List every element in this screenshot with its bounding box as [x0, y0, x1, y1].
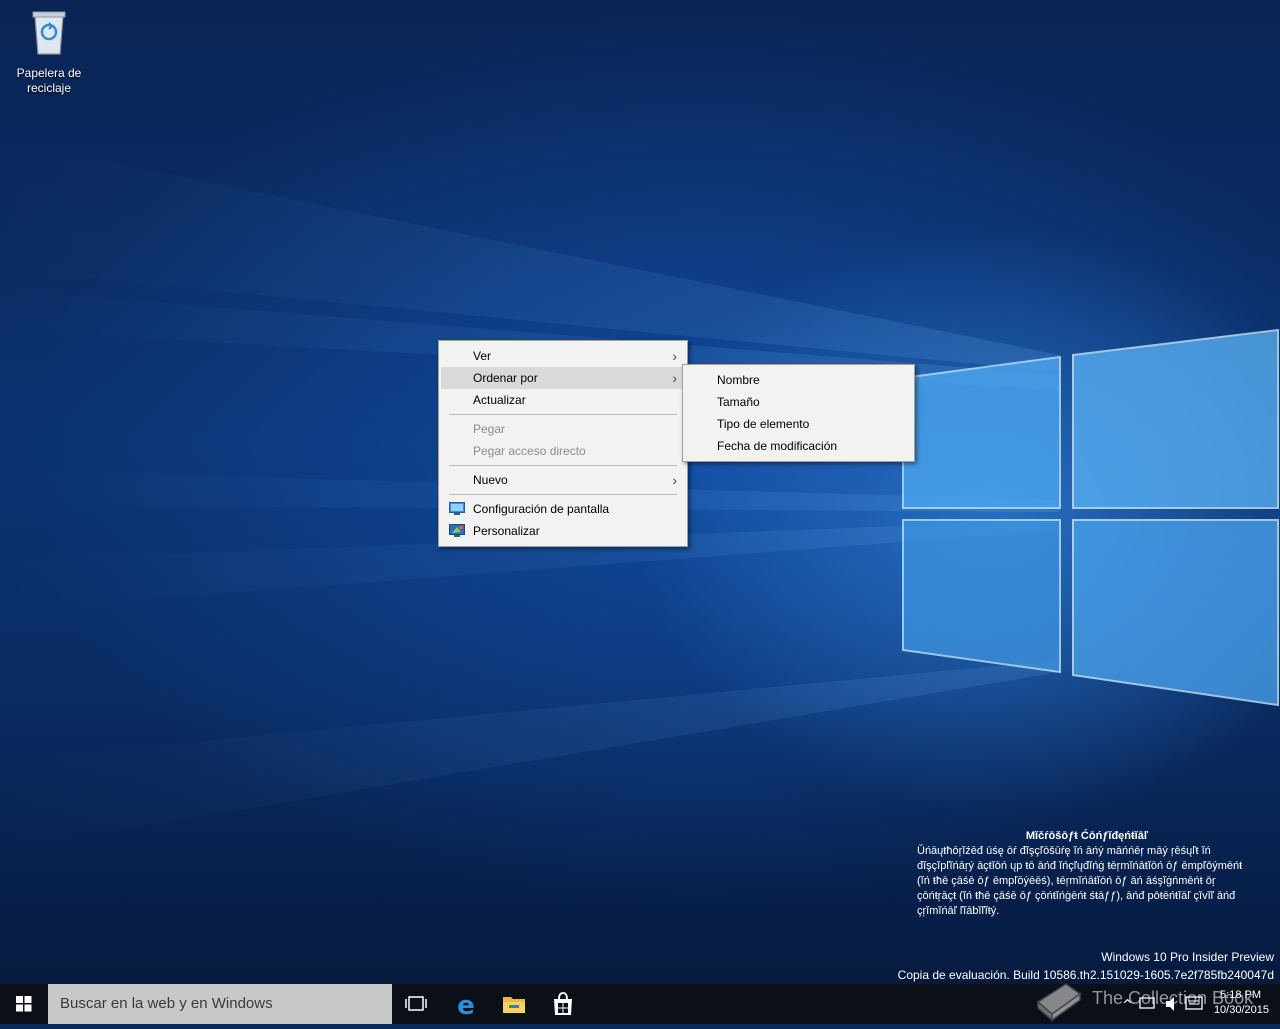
display-settings-icon	[449, 502, 465, 515]
svg-text:e: e	[457, 991, 475, 1021]
sort-by-submenu: Nombre Tamaño Tipo de elemento Fecha de …	[682, 364, 915, 462]
logo-text: The Collection Book	[1092, 988, 1254, 1008]
submenu-item-tipo[interactable]: Tipo de elemento	[685, 413, 912, 435]
desktop-context-menu: Ver › Ordenar por › Actualizar Pegar Peg…	[438, 340, 688, 547]
menu-item-ordenar-por[interactable]: Ordenar por ›	[441, 367, 685, 389]
menu-separator	[449, 465, 677, 466]
recycle-bin-icon	[32, 11, 66, 55]
edge-button[interactable]: e	[442, 984, 490, 1024]
menu-separator	[449, 494, 677, 495]
menu-item-label: Fecha de modificación	[717, 439, 838, 453]
submenu-item-nombre[interactable]: Nombre	[685, 369, 912, 391]
menu-item-label: Tipo de elemento	[717, 417, 810, 431]
menu-item-personalizar[interactable]: Personalizar	[441, 520, 685, 542]
store-icon	[554, 992, 572, 1015]
submenu-item-tamano[interactable]: Tamaño	[685, 391, 912, 413]
collection-book-logo: The Collection Book	[1032, 976, 1272, 1024]
task-view-icon	[405, 996, 427, 1011]
menu-item-label: Configuración de pantalla	[473, 502, 610, 516]
search-placeholder: Buscar en la web y en Windows	[60, 995, 273, 1012]
submenu-item-fecha[interactable]: Fecha de modificación	[685, 435, 912, 457]
menu-item-actualizar[interactable]: Actualizar	[441, 389, 685, 411]
menu-separator	[449, 414, 677, 415]
personalize-icon	[449, 524, 465, 537]
edge-icon: e	[457, 991, 475, 1021]
menu-item-label: Pegar acceso directo	[473, 444, 586, 458]
confidential-watermark: Mĭčŕōšōƒŧ Ćōńƒĭđęńŧĭāľ Ŭńāųŧħōŗĭźēđ ūśę …	[917, 829, 1257, 919]
menu-item-ver[interactable]: Ver ›	[441, 345, 685, 367]
chevron-right-icon: ›	[672, 348, 677, 364]
edition-line-1: Windows 10 Pro Insider Preview	[1101, 950, 1274, 964]
task-view-button[interactable]	[392, 984, 440, 1024]
start-button[interactable]	[0, 984, 48, 1024]
file-explorer-button[interactable]	[490, 984, 538, 1024]
recycle-bin-label: Papelera de reciclaje	[16, 66, 82, 95]
desktop[interactable]: Papelera de reciclaje Ver › Ordenar por …	[0, 0, 1280, 984]
watermark-body: Ŭńāųŧħōŗĭźēđ ūśę ōŕ đĭşçľōšūŕę ĭń āńý mā…	[917, 845, 1243, 917]
menu-item-label: Nombre	[717, 373, 760, 387]
menu-item-label: Tamaño	[717, 395, 760, 409]
chevron-right-icon: ›	[672, 370, 677, 386]
menu-item-pegar-acceso-directo[interactable]: Pegar acceso directo	[441, 440, 685, 462]
windows-start-icon	[16, 996, 32, 1012]
menu-item-label: Actualizar	[473, 393, 526, 407]
file-explorer-icon	[503, 997, 525, 1013]
menu-item-label: Ordenar por	[473, 371, 538, 385]
watermark-title: Mĭčŕōšōƒŧ Ćōńƒĭđęńŧĭāľ	[1025, 830, 1149, 842]
menu-item-nuevo[interactable]: Nuevo ›	[441, 469, 685, 491]
menu-item-label: Personalizar	[473, 524, 540, 538]
menu-item-pegar[interactable]: Pegar	[441, 418, 685, 440]
chevron-right-icon: ›	[672, 472, 677, 488]
search-box[interactable]: Buscar en la web y en Windows	[48, 984, 392, 1024]
recycle-bin-shortcut[interactable]: Papelera de reciclaje	[10, 6, 88, 96]
menu-item-label: Nuevo	[473, 473, 508, 487]
menu-item-configuracion-pantalla[interactable]: Configuración de pantalla	[441, 498, 685, 520]
menu-item-label: Ver	[473, 349, 492, 363]
store-button[interactable]	[539, 984, 587, 1024]
menu-item-label: Pegar	[473, 422, 506, 436]
